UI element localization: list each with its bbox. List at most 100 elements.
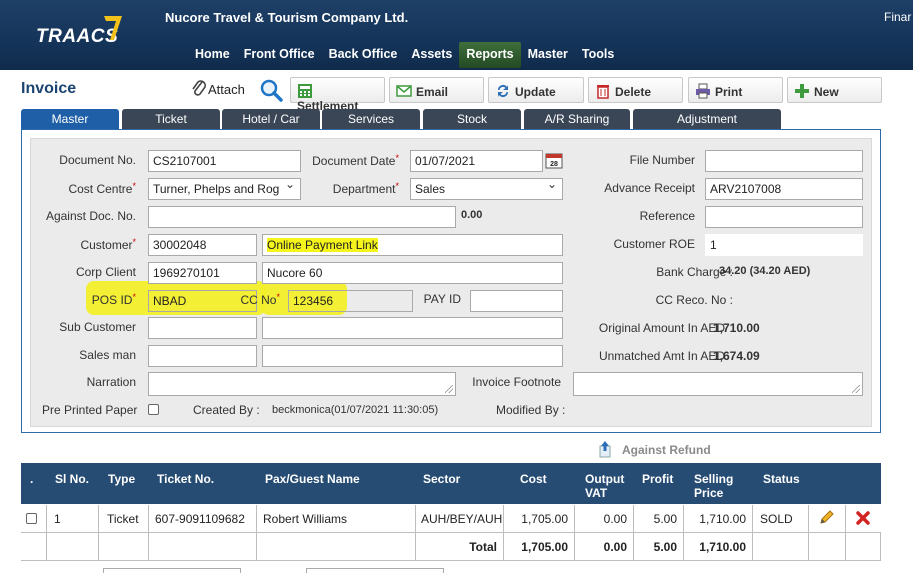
refund-icon <box>599 441 611 458</box>
tab-ticket[interactable]: Ticket <box>122 109 220 130</box>
row-checkbox[interactable] <box>26 513 37 524</box>
update-label: Update <box>515 85 556 99</box>
total-empty-cell <box>98 533 148 561</box>
search-icon[interactable] <box>259 78 283 102</box>
invoice-footnote-textarea[interactable] <box>573 372 863 396</box>
document-date-label: Document Date* <box>312 153 399 168</box>
total-row: Total 1,705.00 0.00 5.00 1,710.00 <box>21 533 881 561</box>
narration-textarea[interactable] <box>148 372 456 396</box>
bottom-controls-strip <box>0 567 913 573</box>
pencil-icon[interactable] <box>818 510 834 526</box>
nav-home[interactable]: Home <box>188 42 237 68</box>
tab-stock[interactable]: Stock <box>423 109 521 130</box>
grid-header-sl-no: Sl No. <box>55 472 90 486</box>
reference-field[interactable] <box>705 206 863 228</box>
form-body: Document No. CS2107001 Document Date* 01… <box>30 138 872 427</box>
sales-man-code-field[interactable] <box>148 345 257 367</box>
customer-name-value: Online Payment Link <box>267 238 378 252</box>
row-status: SOLD <box>752 505 808 533</box>
total-empty-cell <box>845 533 881 561</box>
row-pax-name: Robert Williams <box>256 505 415 533</box>
total-output-vat: 0.00 <box>574 533 633 561</box>
sub-customer-code-field[interactable] <box>148 317 257 339</box>
main-nav: Home Front Office Back Office Assets Rep… <box>188 42 621 68</box>
against-refund-link[interactable]: Against Refund <box>598 440 711 458</box>
calendar-icon[interactable]: 28 <box>545 151 563 169</box>
grid-header-pax-name: Pax/Guest Name <box>265 472 360 486</box>
required-marker: * <box>395 181 399 191</box>
advance-receipt-field[interactable]: ARV2107008 <box>705 178 863 200</box>
grid-header-profit: Profit <box>642 472 674 486</box>
calendar-day: 28 <box>550 161 558 168</box>
settlement-button[interactable]: Settlement <box>290 77 385 113</box>
row-select-cell <box>21 505 46 533</box>
pre-printed-checkbox[interactable] <box>148 404 159 415</box>
sales-man-name-field[interactable] <box>262 345 563 367</box>
pay-id-field[interactable] <box>470 290 563 312</box>
bottom-field[interactable] <box>103 568 241 573</box>
total-empty-cell <box>256 533 415 561</box>
refresh-icon <box>498 85 508 97</box>
nav-front-office[interactable]: Front Office <box>237 42 322 68</box>
required-marker: * <box>395 153 399 163</box>
customer-roe-field[interactable]: 1 <box>705 234 863 256</box>
sub-customer-label: Sub Customer <box>59 320 136 334</box>
total-empty-cell <box>808 533 845 561</box>
page-title: Invoice <box>21 80 77 97</box>
customer-name-field[interactable]: Online Payment Link <box>262 234 563 256</box>
cost-centre-select[interactable]: Turner, Phelps and Rog <box>148 178 301 200</box>
customer-label: Customer* <box>80 237 136 252</box>
nav-reports[interactable]: Reports <box>459 42 521 68</box>
required-marker: * <box>132 181 136 191</box>
corp-client-code-field[interactable]: 1969270101 <box>148 262 257 284</box>
app-header: TRAACS Nucore Travel & Tourism Company L… <box>0 0 913 70</box>
tab-adjustment[interactable]: Adjustment <box>633 109 781 130</box>
row-type: Ticket <box>98 505 148 533</box>
cc-no-field[interactable]: 123456 <box>288 290 413 312</box>
pos-id-label: POS ID* <box>91 292 136 307</box>
delete-button[interactable]: Delete <box>588 77 683 103</box>
against-doc-label: Against Doc. No. <box>45 209 136 223</box>
sub-customer-name-field[interactable] <box>262 317 563 339</box>
customer-code-field[interactable]: 30002048 <box>148 234 257 256</box>
corp-client-name-field[interactable]: Nucore 60 <box>262 262 563 284</box>
nav-back-office[interactable]: Back Office <box>322 42 405 68</box>
cc-no-label: CC No* <box>240 292 280 307</box>
nav-tools[interactable]: Tools <box>575 42 621 68</box>
nav-master[interactable]: Master <box>521 42 575 68</box>
header-corner-text: Finar <box>884 10 912 24</box>
pay-id-label: PAY ID <box>423 292 461 306</box>
cost-centre-label: Cost Centre* <box>68 181 136 196</box>
pre-printed-label: Pre Printed Paper <box>42 403 138 417</box>
row-profit: 5.00 <box>633 505 683 533</box>
tab-master[interactable]: Master <box>21 109 119 130</box>
attach-button[interactable]: Attach <box>190 78 245 100</box>
against-doc-field[interactable] <box>148 206 456 228</box>
file-number-field[interactable] <box>705 150 863 172</box>
update-button[interactable]: Update <box>488 77 584 103</box>
grid-header-output-vat: Output VAT <box>585 472 625 500</box>
grid-header-selling-price: Selling Price <box>694 472 734 500</box>
total-selling-price: 1,710.00 <box>683 533 752 561</box>
email-label: Email <box>416 85 449 99</box>
email-button[interactable]: Email <box>389 77 484 103</box>
document-no-field[interactable]: CS2107001 <box>148 150 301 172</box>
nav-assets[interactable]: Assets <box>404 42 459 68</box>
print-button[interactable]: Print <box>688 77 783 103</box>
unmatched-amount-label: Unmatched Amt In AED <box>598 349 725 363</box>
total-label: Total <box>415 533 503 561</box>
department-select[interactable]: Sales <box>410 178 563 200</box>
trash-icon <box>597 85 609 99</box>
delete-x-icon[interactable] <box>856 511 870 525</box>
tab-ar-sharing[interactable]: A/R Sharing <box>524 109 630 130</box>
document-date-field[interactable]: 01/07/2021 <box>410 150 543 172</box>
printer-icon <box>696 83 710 99</box>
department-label: Department* <box>332 181 399 196</box>
row-sector: AUH/BEY/AUH <box>415 505 503 533</box>
tab-hotel-car[interactable]: Hotel / Car <box>222 109 320 130</box>
table-row[interactable]: 1 Ticket 607-9091109682 Robert Williams … <box>21 505 881 533</box>
bottom-field[interactable] <box>306 568 444 573</box>
customer-roe-label: Customer ROE <box>613 237 695 251</box>
new-button[interactable]: New <box>787 77 882 103</box>
tab-services[interactable]: Services <box>322 109 420 130</box>
